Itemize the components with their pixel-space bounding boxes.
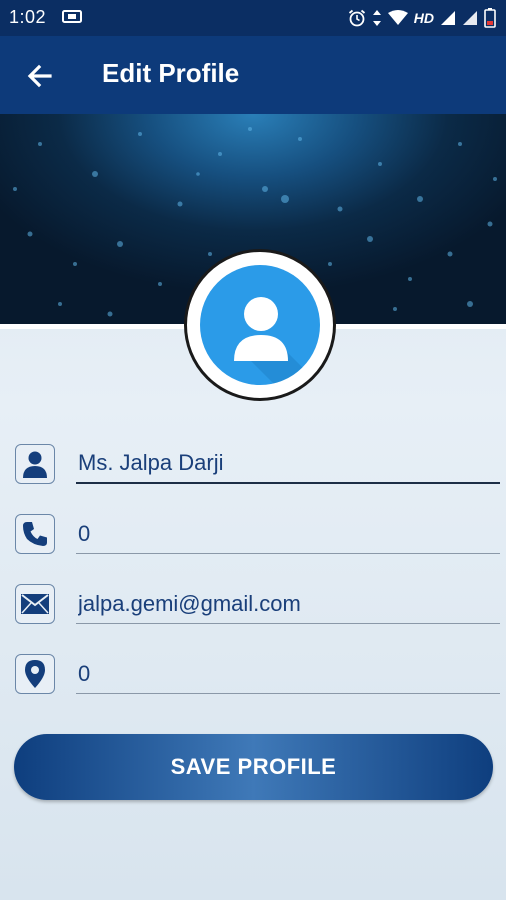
name-row bbox=[0, 444, 506, 504]
back-button[interactable] bbox=[24, 60, 56, 92]
address-row bbox=[0, 654, 506, 714]
status-time: 1:02 bbox=[9, 7, 47, 27]
data-arrows-icon bbox=[372, 9, 382, 27]
battery-low-icon bbox=[484, 8, 496, 28]
envelope-icon bbox=[15, 584, 55, 624]
wifi-icon bbox=[387, 10, 408, 26]
arrow-left-icon bbox=[27, 64, 52, 88]
signal-icon bbox=[462, 10, 478, 26]
user-avatar-icon bbox=[200, 265, 320, 385]
address-input[interactable] bbox=[76, 654, 500, 694]
phone-input[interactable] bbox=[76, 514, 500, 554]
app-bar: Edit Profile bbox=[0, 36, 506, 114]
screen-share-icon bbox=[62, 10, 82, 24]
profile-avatar[interactable] bbox=[184, 249, 336, 401]
phone-row bbox=[0, 514, 506, 574]
person-icon bbox=[15, 444, 55, 484]
name-input[interactable] bbox=[76, 444, 500, 484]
email-row bbox=[0, 584, 506, 644]
email-input[interactable] bbox=[76, 584, 500, 624]
status-icons: HD bbox=[348, 8, 496, 28]
alarm-icon bbox=[348, 9, 366, 27]
phone-icon bbox=[15, 514, 55, 554]
location-pin-icon bbox=[15, 654, 55, 694]
signal-icon bbox=[440, 10, 456, 26]
page-title: Edit Profile bbox=[102, 58, 240, 88]
hd-label: HD bbox=[413, 10, 434, 26]
save-profile-button[interactable]: SAVE PROFILE bbox=[14, 734, 493, 800]
status-bar: 1:02 HD bbox=[0, 0, 506, 36]
